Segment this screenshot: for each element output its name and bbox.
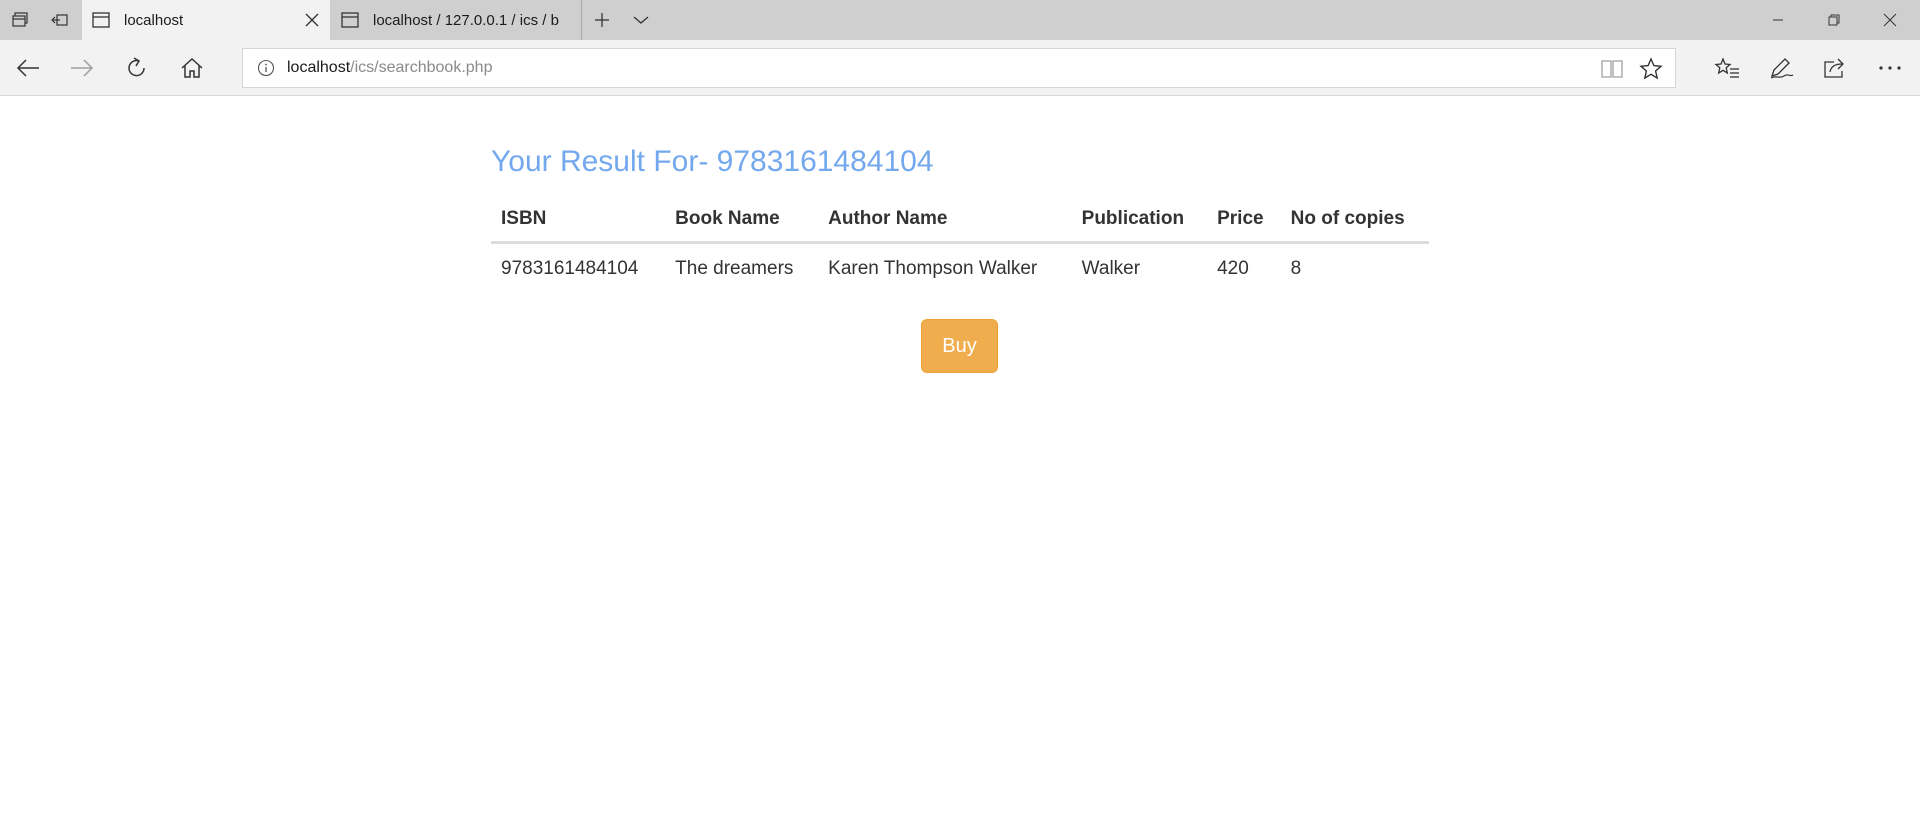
share-icon[interactable] [1815, 48, 1855, 88]
column-header-isbn: ISBN [491, 197, 666, 244]
cell-copies: 8 [1290, 257, 1302, 279]
results-table: ISBN Book Name Author Name Publication P… [491, 197, 1429, 294]
page-icon [341, 12, 359, 28]
back-arrow-icon[interactable] [8, 48, 48, 88]
tab-actions-icon[interactable] [0, 0, 40, 40]
column-header-publication: Publication [1071, 197, 1208, 244]
home-icon[interactable] [172, 48, 212, 88]
cell-author-name: Karen Thompson Walker [828, 257, 1038, 279]
tab-title: localhost / 127.0.0.1 / ics / b [373, 11, 559, 29]
url-text[interactable]: localhost/ics/searchbook.php [287, 59, 492, 77]
url-path: /ics/searchbook.php [350, 59, 493, 76]
site-info-icon[interactable] [257, 59, 275, 77]
table-header-row: ISBN Book Name Author Name Publication P… [491, 197, 1429, 244]
browser-toolbar: localhost/ics/searchbook.php [0, 40, 1920, 96]
tab-localhost[interactable]: localhost [82, 0, 330, 40]
title-bar: localhost localhost / 127.0.0.1 / ics / … [0, 0, 1920, 40]
cell-book-name: The dreamers [675, 257, 794, 279]
chevron-down-icon[interactable] [621, 0, 661, 40]
column-header-price: Price [1207, 197, 1281, 244]
restore-icon[interactable] [1806, 0, 1862, 40]
cell-isbn: 9783161484104 [501, 257, 639, 279]
refresh-icon[interactable] [117, 48, 157, 88]
web-note-pen-icon[interactable] [1761, 48, 1801, 88]
result-heading: Your Result For- 9783161484104 [491, 145, 934, 178]
close-window-icon[interactable] [1862, 0, 1918, 40]
address-bar[interactable]: localhost/ics/searchbook.php [242, 48, 1676, 88]
favorite-star-icon[interactable] [1638, 56, 1664, 82]
cell-price: 420 [1217, 257, 1249, 279]
reading-view-icon[interactable] [1599, 56, 1625, 82]
favorites-hub-icon[interactable] [1707, 48, 1747, 88]
cell-publication: Walker [1081, 257, 1141, 279]
tab-title: localhost [124, 11, 184, 29]
column-header-book-name: Book Name [665, 197, 819, 244]
new-tab-icon[interactable] [582, 0, 622, 40]
column-header-author-name: Author Name [818, 197, 1072, 244]
set-tabs-aside-icon[interactable] [40, 0, 80, 40]
more-options-icon[interactable] [1870, 48, 1910, 88]
minimize-icon[interactable] [1750, 0, 1806, 40]
close-icon[interactable] [304, 12, 320, 28]
page-content: Your Result For- 9783161484104 ISBN Book… [0, 97, 1920, 827]
tab-phpmyadmin[interactable]: localhost / 127.0.0.1 / ics / b [331, 0, 581, 40]
column-header-copies: No of copies [1280, 197, 1429, 244]
forward-arrow-icon[interactable] [62, 48, 102, 88]
buy-button[interactable]: Buy [921, 319, 998, 373]
page-icon [92, 12, 110, 28]
url-host: localhost [287, 59, 351, 76]
table-row: 9783161484104 The dreamers Karen Thompso… [491, 242, 1429, 294]
